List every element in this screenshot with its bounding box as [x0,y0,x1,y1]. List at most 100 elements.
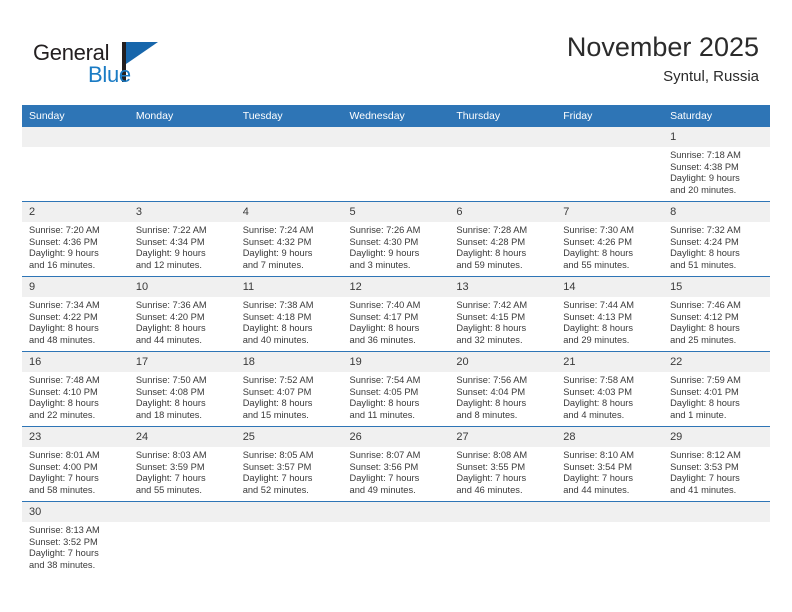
sunset-text: Sunset: 4:07 PM [242,386,312,397]
calendar-day-cell[interactable]: 17 Sunrise: 7:50 AM Sunset: 4:08 PM Dayligh… [128,351,236,427]
calendar-week-row: 2 Sunrise: 7:20 AM Sunset: 4:36 PM Daylight… [22,201,770,277]
calendar-day-cell[interactable]: 9 Sunrise: 7:34 AM Sunset: 4:22 PM Daylight… [22,276,129,352]
daylight-text-line2: and 8 minutes. [456,409,518,420]
weekday-header-tuesday: Tuesday [235,105,343,127]
sunrise-text: Sunrise: 7:30 AM [563,225,635,235]
sunset-text: Sunset: 4:30 PM [349,236,419,247]
daylight-text-line2: and 32 minutes. [456,334,523,345]
calendar-day-cell[interactable]: 19 Sunrise: 7:54 AM Sunset: 4:05 PM Dayligh… [342,351,450,427]
daylight-text-line2: and 51 minutes. [670,259,737,270]
sunrise-text: Sunrise: 7:28 AM [456,225,528,235]
sunset-text: Sunset: 4:17 PM [349,311,419,322]
calendar-day-cell[interactable]: 2 Sunrise: 7:20 AM Sunset: 4:36 PM Daylight… [22,201,129,277]
calendar-day-cell[interactable]: 5 Sunrise: 7:26 AM Sunset: 4:30 PM Daylight… [342,201,450,277]
calendar-day-cell-empty [342,501,450,582]
daylight-text-line2: and 29 minutes. [563,334,630,345]
daylight-text-line2: and 25 minutes. [670,334,737,345]
calendar-day-cell[interactable]: 28 Sunrise: 8:10 AM Sunset: 3:54 PM Dayligh… [556,426,664,502]
calendar-day-cell[interactable]: 14 Sunrise: 7:44 AM Sunset: 4:13 PM Dayligh… [556,276,664,352]
calendar-day-cell[interactable]: 8 Sunrise: 7:32 AM Sunset: 4:24 PM Daylight… [663,201,770,277]
calendar-day-cell[interactable]: 26 Sunrise: 8:07 AM Sunset: 3:56 PM Dayligh… [342,426,450,502]
daylight-text-line1: Daylight: 8 hours [29,323,99,334]
calendar-day-cell[interactable]: 24 Sunrise: 8:03 AM Sunset: 3:59 PM Dayligh… [128,426,236,502]
calendar-day-cell[interactable]: 18 Sunrise: 7:52 AM Sunset: 4:07 PM Dayligh… [235,351,343,427]
day-details: Sunrise: 7:48 AM Sunset: 4:10 PM Daylight:… [22,372,129,421]
day-details: Sunrise: 7:22 AM Sunset: 4:34 PM Daylight:… [129,222,236,271]
daylight-text-line2: and 58 minutes. [29,484,96,495]
calendar-table: Sunday Monday Tuesday Wednesday Thursday… [22,105,770,582]
sunset-text: Sunset: 4:12 PM [670,311,739,322]
calendar-day-cell[interactable]: 16 Sunrise: 7:48 AM Sunset: 4:10 PM Dayligh… [22,351,129,427]
daylight-text-line1: Daylight: 8 hours [135,323,206,334]
day-number: 11 [235,277,343,297]
sunrise-text: Sunrise: 7:59 AM [670,375,741,385]
calendar-day-cell-empty [449,501,557,582]
daylight-text-line2: and 55 minutes. [563,259,630,270]
sunrise-text: Sunrise: 7:26 AM [349,225,421,235]
calendar-day-cell[interactable]: 25 Sunrise: 8:05 AM Sunset: 3:57 PM Dayligh… [235,426,343,502]
sunrise-text: Sunrise: 7:50 AM [135,375,207,385]
daylight-text-line1: Daylight: 7 hours [29,473,99,484]
day-details: Sunrise: 7:30 AM Sunset: 4:26 PM Daylight:… [556,222,663,271]
sunrise-text: Sunrise: 8:01 AM [29,450,100,460]
calendar-day-cell[interactable]: 22 Sunrise: 7:59 AM Sunset: 4:01 PM Dayligh… [663,351,770,427]
calendar-day-cell[interactable]: 23 Sunrise: 8:01 AM Sunset: 4:00 PM Dayligh… [22,426,129,502]
calendar-day-cell[interactable]: 10 Sunrise: 7:36 AM Sunset: 4:20 PM Dayligh… [128,276,236,352]
calendar-day-cell[interactable]: 4 Sunrise: 7:24 AM Sunset: 4:32 PM Daylight… [235,201,343,277]
calendar-day-cell[interactable]: 3 Sunrise: 7:22 AM Sunset: 4:34 PM Daylight… [128,201,236,277]
calendar-day-cell[interactable]: 29 Sunrise: 8:12 AM Sunset: 3:53 PM Dayligh… [663,426,770,502]
calendar-week-row: 16 Sunrise: 7:48 AM Sunset: 4:10 PM Dayligh… [22,351,770,427]
daylight-text-line1: Daylight: 7 hours [563,473,633,484]
sunrise-text: Sunrise: 7:48 AM [29,375,100,385]
sunrise-text: Sunrise: 7:22 AM [135,225,207,235]
daylight-text-line2: and 16 minutes. [29,259,96,270]
day-number: 23 [22,427,129,447]
calendar-day-cell[interactable]: 27 Sunrise: 8:08 AM Sunset: 3:55 PM Dayligh… [449,426,557,502]
day-details: Sunrise: 7:20 AM Sunset: 4:36 PM Daylight:… [22,222,129,271]
daylight-text-line2: and 44 minutes. [563,484,630,495]
weekday-header-friday: Friday [556,105,664,127]
sunrise-text: Sunrise: 8:08 AM [456,450,528,460]
day-number: 17 [128,352,236,372]
calendar-day-cell[interactable]: 12 Sunrise: 7:40 AM Sunset: 4:17 PM Dayligh… [342,276,450,352]
daylight-text-line2: and 55 minutes. [135,484,202,495]
day-number [128,127,236,147]
calendar-week-row: 23 Sunrise: 8:01 AM Sunset: 4:00 PM Dayligh… [22,426,770,502]
sunset-text: Sunset: 4:18 PM [242,311,312,322]
weekday-header-thursday: Thursday [449,105,557,127]
calendar-week-row: 9 Sunrise: 7:34 AM Sunset: 4:22 PM Daylight… [22,276,770,352]
sunrise-text: Sunrise: 8:05 AM [242,450,314,460]
day-details: Sunrise: 7:34 AM Sunset: 4:22 PM Daylight:… [22,297,129,346]
calendar-day-cell[interactable]: 7 Sunrise: 7:30 AM Sunset: 4:26 PM Daylight… [556,201,664,277]
calendar-day-cell[interactable]: 21 Sunrise: 7:58 AM Sunset: 4:03 PM Dayligh… [556,351,664,427]
daylight-text-line1: Daylight: 9 hours [349,248,420,259]
calendar-day-cell-empty [235,127,343,202]
calendar-day-cell[interactable]: 13 Sunrise: 7:42 AM Sunset: 4:15 PM Dayligh… [449,276,557,352]
day-details: Sunrise: 7:59 AM Sunset: 4:01 PM Daylight:… [663,372,770,421]
calendar-day-cell[interactable]: 30 Sunrise: 8:13 AM Sunset: 3:52 PM Dayligh… [22,501,129,582]
daylight-text-line2: and 1 minute. [670,409,727,420]
day-number: 28 [556,427,664,447]
calendar-day-cell[interactable]: 6 Sunrise: 7:28 AM Sunset: 4:28 PM Daylight… [449,201,557,277]
calendar-day-cell[interactable]: 11 Sunrise: 7:38 AM Sunset: 4:18 PM Dayligh… [235,276,343,352]
sunset-text: Sunset: 3:52 PM [29,536,98,547]
daylight-text-line1: Daylight: 7 hours [242,473,313,484]
day-number: 4 [235,202,343,222]
day-details: Sunrise: 8:12 AM Sunset: 3:53 PM Daylight:… [663,447,770,496]
day-details: Sunrise: 8:03 AM Sunset: 3:59 PM Daylight:… [129,447,236,496]
day-number: 10 [128,277,236,297]
day-details: Sunrise: 8:01 AM Sunset: 4:00 PM Daylight:… [22,447,129,496]
day-number: 13 [449,277,557,297]
calendar-day-cell[interactable]: 20 Sunrise: 7:56 AM Sunset: 4:04 PM Dayligh… [449,351,557,427]
day-number: 3 [128,202,236,222]
daylight-text-line1: Daylight: 8 hours [456,398,527,409]
day-details: Sunrise: 8:10 AM Sunset: 3:54 PM Daylight:… [556,447,663,496]
calendar-day-cell[interactable]: 15 Sunrise: 7:46 AM Sunset: 4:12 PM Dayligh… [663,276,770,352]
weekday-header-sunday: Sunday [22,105,129,127]
general-blue-logo[interactable]: General Blue [33,40,163,92]
calendar-day-cell[interactable]: 1 Sunrise: 7:18 AM Sunset: 4:38 PM Daylight… [663,127,770,202]
day-number: 14 [556,277,664,297]
day-number: 19 [342,352,450,372]
daylight-text-line2: and 59 minutes. [456,259,523,270]
sunrise-text: Sunrise: 7:52 AM [242,375,314,385]
